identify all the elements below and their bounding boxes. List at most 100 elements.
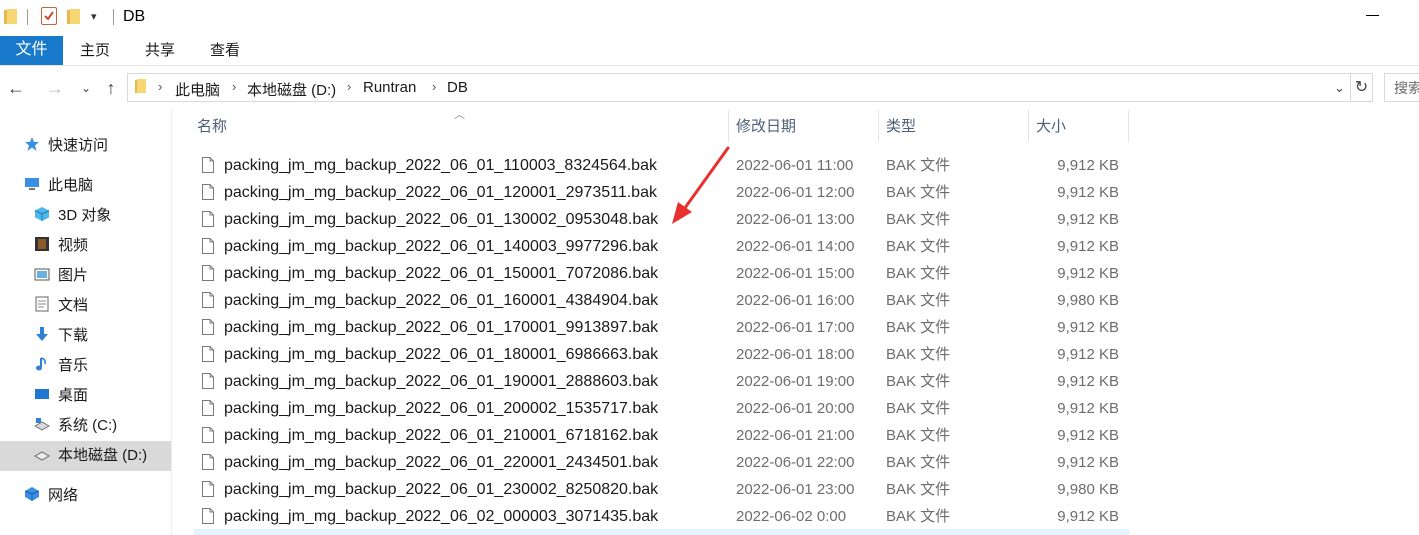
file-date: 2022-06-02 0:00 <box>736 508 847 525</box>
column-divider[interactable] <box>728 110 729 142</box>
file-type: BAK 文件 <box>886 400 951 417</box>
chevron-right-icon[interactable]: › <box>232 79 236 94</box>
address-dropdown-icon[interactable]: ⌄ <box>1334 80 1345 96</box>
minimize-button[interactable] <box>1366 15 1379 16</box>
table-row[interactable]: packing_jm_mg_backup_2022_06_01_160001_4… <box>194 287 1129 314</box>
properties-icon[interactable] <box>41 7 57 25</box>
file-size: 9,912 KB <box>1057 319 1119 336</box>
sidebar-item-label: 桌面 <box>58 387 89 404</box>
column-header-size[interactable]: 大小 <box>1036 113 1066 141</box>
file-icon <box>202 481 214 497</box>
file-date: 2022-06-01 11:00 <box>736 157 854 174</box>
breadcrumb-db[interactable]: DB <box>447 79 468 96</box>
annotation-arrow-icon <box>672 146 730 224</box>
table-row[interactable]: packing_jm_mg_backup_2022_06_02_000003_3… <box>194 503 1129 530</box>
window-title: DB <box>123 8 146 25</box>
sidebar-item-pictures[interactable]: 图片 <box>34 262 88 290</box>
customize-toolbar-icon[interactable]: ▾ <box>91 10 97 23</box>
breadcrumb-drive-d[interactable]: 本地磁盘 (D:) <box>247 79 336 100</box>
file-type: BAK 文件 <box>886 292 951 309</box>
sidebar-item-label: 快速访问 <box>48 137 109 154</box>
file-size: 9,912 KB <box>1057 508 1119 525</box>
file-name: packing_jm_mg_backup_2022_06_01_160001_4… <box>224 292 659 309</box>
file-icon <box>202 238 214 254</box>
file-date: 2022-06-01 12:00 <box>736 184 855 201</box>
chevron-right-icon[interactable]: › <box>347 79 351 94</box>
search-input[interactable]: 搜索"DB" <box>1384 73 1419 102</box>
column-header-name[interactable]: 名称 <box>197 113 227 141</box>
new-folder-icon[interactable] <box>67 9 80 24</box>
tab-file[interactable]: 文件 <box>0 36 63 65</box>
table-row[interactable]: packing_jm_mg_backup_2022_06_01_180001_6… <box>194 341 1129 368</box>
column-divider[interactable] <box>878 110 879 142</box>
sidebar-item-videos[interactable]: 视频 <box>34 232 88 260</box>
table-row[interactable]: packing_jm_mg_backup_2022_06_01_230002_8… <box>194 476 1129 503</box>
file-name: packing_jm_mg_backup_2022_06_01_180001_6… <box>224 346 659 363</box>
table-row[interactable]: packing_jm_mg_backup_2022_06_01_190001_2… <box>194 368 1129 395</box>
tab-home[interactable]: 主页 <box>80 36 110 65</box>
title-bar <box>0 0 1419 34</box>
sidebar-item-label: 系统 (C:) <box>58 417 118 434</box>
file-icon <box>202 454 214 470</box>
table-row[interactable]: packing_jm_mg_backup_2022_06_01_170001_9… <box>194 314 1129 341</box>
sidebar-item-documents[interactable]: 文档 <box>34 292 88 320</box>
music-icon <box>36 357 46 371</box>
refresh-icon[interactable]: ↻ <box>1351 73 1373 102</box>
column-header-type[interactable]: 类型 <box>886 113 916 141</box>
sidebar-item-label: 3D 对象 <box>58 207 112 224</box>
table-row[interactable]: packing_jm_mg_backup_2022_06_01_220001_2… <box>194 449 1129 476</box>
file-type: BAK 文件 <box>886 346 951 363</box>
file-size: 9,912 KB <box>1057 373 1119 390</box>
file-size: 9,912 KB <box>1057 184 1119 201</box>
column-header-date[interactable]: 修改日期 <box>736 113 796 141</box>
sidebar-item-drive-d[interactable]: 本地磁盘 (D:) <box>0 441 171 471</box>
forward-icon[interactable]: → <box>45 78 65 98</box>
sidebar-item-this-pc[interactable]: 此电脑 <box>24 172 93 200</box>
file-type: BAK 文件 <box>886 454 951 471</box>
column-divider[interactable] <box>1128 110 1129 142</box>
sidebar-item-label: 音乐 <box>58 357 89 374</box>
recent-locations-icon[interactable]: ⌄ <box>76 78 96 98</box>
file-type: BAK 文件 <box>886 157 951 174</box>
breadcrumb-this-pc[interactable]: 此电脑 <box>175 79 220 100</box>
file-name: packing_jm_mg_backup_2022_06_01_200002_1… <box>224 400 659 417</box>
sidebar-item-drive-c[interactable]: 系统 (C:) <box>34 412 117 440</box>
sort-ascending-icon: ︿ <box>454 109 465 121</box>
sidebar-item-downloads[interactable]: 下载 <box>34 322 88 350</box>
chevron-right-icon[interactable]: › <box>432 79 436 94</box>
breadcrumb-runtran[interactable]: Runtran <box>363 79 416 96</box>
file-type: BAK 文件 <box>886 319 951 336</box>
tab-view[interactable]: 查看 <box>210 36 240 65</box>
back-icon[interactable]: ← <box>6 78 26 98</box>
sidebar-item-music[interactable]: 音乐 <box>34 352 88 380</box>
title-separator <box>113 9 114 25</box>
sidebar-item-desktop[interactable]: 桌面 <box>34 382 88 410</box>
sidebar-item-network[interactable]: 网络 <box>24 482 78 510</box>
file-icon <box>202 157 214 173</box>
file-icon <box>202 265 214 281</box>
sidebar-item-quick-access[interactable]: 快速访问 <box>24 132 108 160</box>
file-name: packing_jm_mg_backup_2022_06_01_140003_9… <box>224 238 659 255</box>
table-row[interactable] <box>194 529 1129 535</box>
tab-share[interactable]: 共享 <box>145 36 175 65</box>
column-divider[interactable] <box>1028 110 1029 142</box>
file-date: 2022-06-01 20:00 <box>736 400 855 417</box>
sidebar-item-label: 视频 <box>58 237 89 254</box>
table-row[interactable]: packing_jm_mg_backup_2022_06_01_150001_7… <box>194 260 1129 287</box>
file-type: BAK 文件 <box>886 481 951 498</box>
file-type: BAK 文件 <box>886 427 951 444</box>
file-name: packing_jm_mg_backup_2022_06_01_170001_9… <box>224 319 659 336</box>
file-size: 9,980 KB <box>1057 481 1119 498</box>
chevron-right-icon[interactable]: › <box>158 79 162 94</box>
file-size: 9,912 KB <box>1057 427 1119 444</box>
file-name: packing_jm_mg_backup_2022_06_01_230002_8… <box>224 481 659 498</box>
pictures-icon <box>34 268 50 281</box>
table-row[interactable]: packing_jm_mg_backup_2022_06_01_140003_9… <box>194 233 1129 260</box>
table-row[interactable]: packing_jm_mg_backup_2022_06_01_200002_1… <box>194 395 1129 422</box>
up-icon[interactable]: ↑ <box>101 78 121 98</box>
sidebar-item-3d-objects[interactable]: 3D 对象 <box>34 202 111 230</box>
table-row[interactable]: packing_jm_mg_backup_2022_06_01_210001_6… <box>194 422 1129 449</box>
sidebar-item-label: 本地磁盘 (D:) <box>58 447 148 464</box>
file-type: BAK 文件 <box>886 238 951 255</box>
file-icon <box>202 211 214 227</box>
